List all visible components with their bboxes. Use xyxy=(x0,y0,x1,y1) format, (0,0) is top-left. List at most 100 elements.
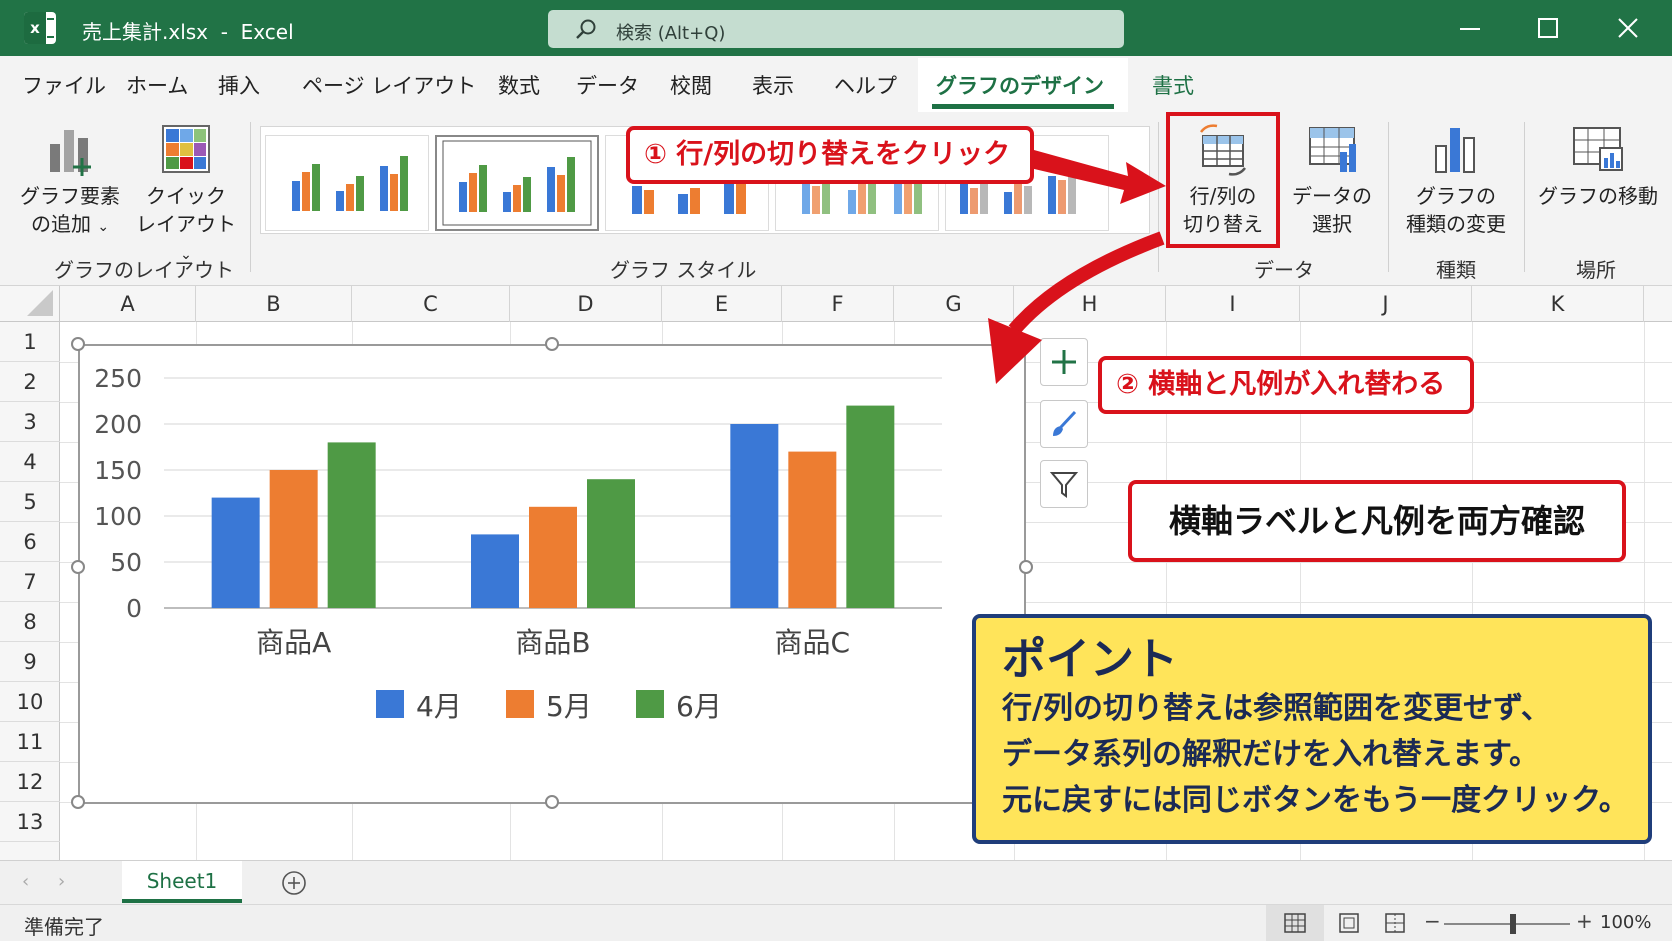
tab-view[interactable]: 表示 xyxy=(752,70,794,100)
page-layout-view-icon[interactable] xyxy=(1338,913,1360,933)
resize-handle[interactable] xyxy=(1019,560,1033,574)
tab-file[interactable]: ファイル xyxy=(22,70,106,100)
row-headers: 1 2 3 4 5 6 7 8 9 10 11 12 13 xyxy=(0,322,60,860)
search-box[interactable]: 検索 (Alt+Q) xyxy=(548,10,1124,48)
row-header[interactable]: 6 xyxy=(0,522,60,562)
chart-style-2-preview xyxy=(442,140,592,226)
chart-style-2[interactable] xyxy=(435,135,599,231)
column-header[interactable]: J xyxy=(1300,286,1472,322)
column-header[interactable]: H xyxy=(1014,286,1166,322)
callout-check: 横軸ラベルと凡例を両方確認 xyxy=(1128,480,1626,562)
bar-3-3 xyxy=(846,405,895,608)
bar-2-1 xyxy=(471,534,519,608)
group-label-chart-styles: グラフ スタイル xyxy=(610,258,757,282)
row-header[interactable]: 2 xyxy=(0,362,60,402)
chart-styles-button[interactable] xyxy=(1040,400,1088,448)
column-header[interactable]: I xyxy=(1166,286,1300,322)
tab-chart-design[interactable]: グラフのデザイン xyxy=(936,70,1104,100)
close-button[interactable] xyxy=(1608,12,1648,46)
resize-handle[interactable] xyxy=(545,337,559,351)
group-label-location: 場所 xyxy=(1576,258,1616,282)
brush-icon xyxy=(1053,410,1077,436)
callout-step2: ② 横軸と凡例が入れ替わる xyxy=(1098,356,1474,414)
column-header[interactable]: B xyxy=(196,286,352,322)
window-title: 売上集計.xlsx - Excel xyxy=(82,16,294,45)
row-header[interactable]: 7 xyxy=(0,562,60,602)
column-header[interactable]: F xyxy=(782,286,894,322)
tab-help[interactable]: ヘルプ xyxy=(834,70,897,100)
tab-insert[interactable]: 挿入 xyxy=(218,70,260,100)
chart-elements-button[interactable] xyxy=(1040,338,1088,386)
close-icon xyxy=(1618,18,1638,38)
column-header[interactable]: D xyxy=(510,286,662,322)
move-chart-icon xyxy=(1573,127,1623,171)
select-data-icon xyxy=(1309,127,1356,172)
resize-handle[interactable] xyxy=(71,795,85,809)
column-header[interactable]: G xyxy=(894,286,1014,322)
zoom-slider[interactable] xyxy=(1444,923,1570,925)
move-chart-button[interactable]: グラフの移動 xyxy=(1530,122,1666,210)
column-header[interactable]: C xyxy=(352,286,510,322)
y-tick-label: 200 xyxy=(94,410,142,439)
column-header[interactable]: E xyxy=(662,286,782,322)
column-header[interactable]: A xyxy=(60,286,196,322)
row-header[interactable]: 13 xyxy=(0,802,60,842)
row-header[interactable]: 5 xyxy=(0,482,60,522)
tab-home[interactable]: ホーム xyxy=(126,70,188,100)
minimize-button[interactable] xyxy=(1450,12,1490,46)
point-line-3: 元に戻すには同じボタンをもう一度クリック。 xyxy=(1002,783,1629,818)
row-header[interactable]: 11 xyxy=(0,722,60,762)
row-header[interactable]: 10 xyxy=(0,682,60,722)
tab-formulas[interactable]: 数式 xyxy=(498,70,540,100)
tab-data[interactable]: データ xyxy=(576,70,639,100)
column-header[interactable]: K xyxy=(1472,286,1644,322)
legend-swatch-2 xyxy=(506,690,534,718)
move-chart-label: グラフの移動 xyxy=(1538,184,1658,208)
row-header[interactable]: 4 xyxy=(0,442,60,482)
zoom-in-icon[interactable]: + xyxy=(1576,909,1593,933)
row-header[interactable]: 12 xyxy=(0,762,60,802)
quick-layout-button[interactable]: クイック レイアウト ⌄ xyxy=(130,122,242,269)
row-header[interactable]: 8 xyxy=(0,602,60,642)
chart-style-1[interactable] xyxy=(265,135,429,231)
row-header[interactable]: 3 xyxy=(0,402,60,442)
chart-filters-button[interactable] xyxy=(1040,460,1088,508)
select-all-corner[interactable] xyxy=(0,286,60,322)
zoom-level[interactable]: 100% xyxy=(1600,912,1651,933)
embedded-chart[interactable]: 0 50 100 150 200 250 商品A 商品B 商品C 4月 5月 6月 xyxy=(78,344,1026,804)
maximize-button[interactable] xyxy=(1528,12,1568,46)
select-data-button[interactable]: データの 選択 xyxy=(1282,122,1382,238)
tab-page-layout[interactable]: ページ レイアウト xyxy=(302,70,476,100)
row-header[interactable]: 9 xyxy=(0,642,60,682)
prev-sheet-icon[interactable]: ‹ xyxy=(22,871,29,892)
ribbon-separator xyxy=(1388,122,1389,272)
group-label-data: データ xyxy=(1254,258,1314,282)
resize-handle[interactable] xyxy=(71,560,85,574)
page-break-view-icon[interactable] xyxy=(1384,913,1406,933)
chart-style-1-preview xyxy=(292,156,408,211)
minimize-icon xyxy=(1460,28,1480,30)
app-name: Excel xyxy=(240,20,294,44)
x-category-label: 商品B xyxy=(515,626,590,659)
resize-handle[interactable] xyxy=(545,795,559,809)
resize-handle[interactable] xyxy=(1019,337,1033,351)
y-tick-label: 250 xyxy=(94,364,142,393)
resize-handle[interactable] xyxy=(71,337,85,351)
sheet-tab-bar: ‹ › Sheet1 xyxy=(0,860,1672,904)
zoom-out-icon[interactable]: − xyxy=(1424,909,1441,933)
row-header[interactable]: 1 xyxy=(0,322,60,362)
add-sheet-icon[interactable] xyxy=(280,869,308,897)
sheet-tab-sheet1[interactable]: Sheet1 xyxy=(122,861,242,903)
ribbon-separator xyxy=(250,122,251,272)
zoom-slider-thumb[interactable] xyxy=(1510,914,1516,934)
tab-review[interactable]: 校閲 xyxy=(670,70,712,100)
y-tick-label: 0 xyxy=(126,594,142,623)
normal-view-button[interactable] xyxy=(1266,905,1324,941)
change-chart-type-button[interactable]: グラフの 種類の変更 xyxy=(1394,122,1518,238)
legend-label-3: 6月 xyxy=(676,690,722,723)
bar-3-1 xyxy=(730,424,779,608)
tab-format[interactable]: 書式 xyxy=(1152,70,1194,100)
next-sheet-icon[interactable]: › xyxy=(58,871,65,892)
column-headers: A B C D E F G H I J K xyxy=(0,286,1672,322)
add-chart-element-button[interactable]: グラフ要素 の追加 ⌄ xyxy=(14,122,126,241)
